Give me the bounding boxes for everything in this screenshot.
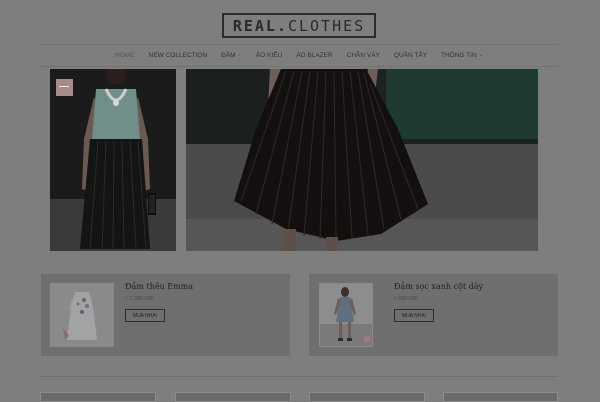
product-thumbnail-bottom[interactable] [175, 392, 291, 402]
logo-light: CLOTHES [287, 16, 366, 35]
nav-item-new-collection[interactable]: NEW COLLECTION [142, 52, 215, 59]
nav-label: ÁO BLAZER [296, 51, 333, 59]
buy-button[interactable]: MUA NHA! [125, 309, 165, 322]
logo-dot: . [276, 16, 288, 35]
nav-item-dam[interactable]: ĐẦM ⌄ [214, 52, 249, 59]
nav-item-ao-kieu[interactable]: ÁO KIỂU [249, 52, 289, 59]
product-card: Đầm thêu Emma ₫ 1,390,000 MUA NHA! [41, 274, 290, 356]
nav-item-ao-blazer[interactable]: ÁO BLAZER [289, 52, 339, 59]
slider-image-left[interactable] [50, 69, 176, 251]
model-photo [320, 284, 372, 346]
product-thumbnail[interactable] [50, 283, 114, 347]
nav-label: THÔNG TIN [441, 51, 477, 59]
nav-label: HOME [115, 51, 135, 59]
product-thumbnail-bottom[interactable] [309, 392, 425, 402]
nav-label: NEW COLLECTION [148, 51, 208, 59]
nav-item-chan-vay[interactable]: CHÂN VÁY [340, 52, 387, 59]
product-title[interactable]: Đầm sọc xanh cột dây [394, 282, 483, 291]
model-left-illustration [50, 69, 176, 251]
model-main-illustration [186, 69, 538, 251]
nav-label: CHÂN VÁY [346, 51, 380, 59]
nav-item-home[interactable]: HOME [108, 52, 142, 59]
slider-image-main[interactable] [186, 69, 538, 251]
product-price: ₫ 690,000 [394, 296, 419, 302]
nav-label: QUẦN TÂY [393, 51, 428, 59]
chevron-down-icon: ⌄ [237, 52, 242, 58]
product-title[interactable]: Đầm thêu Emma [125, 282, 193, 291]
dress-photo [51, 284, 113, 346]
nav-item-quan-tay[interactable]: QUẦN TÂY [387, 52, 434, 59]
product-thumbnail-bottom[interactable] [40, 392, 156, 402]
nav-bottom-border [40, 66, 558, 67]
chevron-down-icon: ⌄ [478, 52, 483, 58]
site-logo[interactable]: REAL. CLOTHES [222, 13, 376, 38]
product-price: ₫ 1,390,000 [125, 296, 154, 302]
nav-label: ĐẦM [221, 51, 236, 59]
main-nav: HOME NEW COLLECTION ĐẦM ⌄ ÁO KIỂU ÁO BLAZ… [40, 44, 558, 66]
product-thumbnail-bottom[interactable] [443, 392, 558, 402]
nav-item-thong-tin[interactable]: THÔNG TIN ⌄ [434, 52, 490, 59]
brand-tag [56, 79, 73, 96]
page: REAL. CLOTHES HOME NEW COLLECTION ĐẦM ⌄ ÁO… [0, 0, 600, 402]
logo-bold: REAL [232, 16, 277, 35]
section-divider [40, 376, 558, 377]
nav-label: ÁO KIỂU [255, 51, 283, 59]
product-card: Đầm sọc xanh cột dây ₫ 690,000 MUA NHA! [309, 274, 558, 356]
buy-button[interactable]: MUA NHA! [394, 309, 434, 322]
product-thumbnail[interactable] [319, 283, 373, 347]
